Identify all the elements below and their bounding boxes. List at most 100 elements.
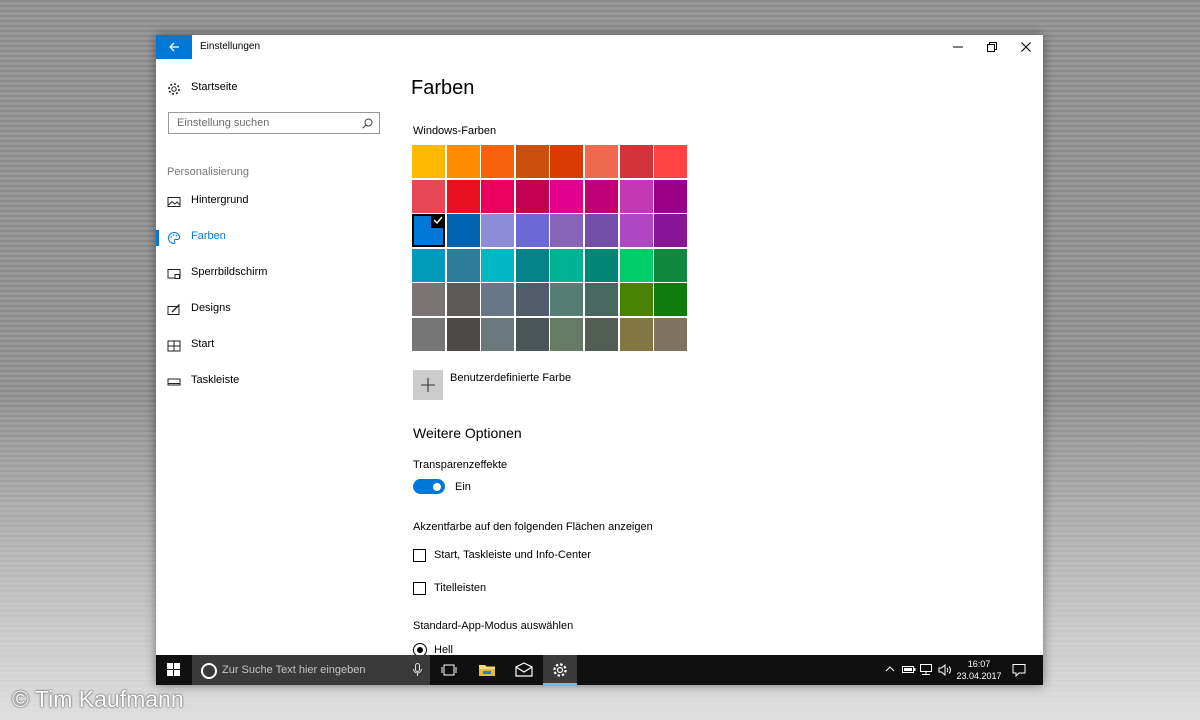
start-taskbar-checkbox[interactable] [413, 549, 426, 562]
folder-icon [479, 665, 495, 676]
sidebar-item-taskleiste[interactable]: Taskleiste [156, 365, 384, 399]
color-swatch[interactable] [516, 318, 549, 351]
plus-icon [421, 378, 435, 392]
color-swatch-selected[interactable] [412, 214, 445, 247]
taskbar-search-box[interactable]: Zur Suche Text hier eingeben [192, 655, 430, 685]
color-swatch[interactable] [412, 249, 445, 282]
color-swatch[interactable] [412, 180, 445, 213]
clock-time: 16:07 [967, 659, 991, 669]
titlebars-checkbox[interactable] [413, 582, 426, 595]
window-title: Einstellungen [200, 41, 261, 52]
task-view-button[interactable] [432, 655, 466, 685]
color-swatch[interactable] [550, 249, 583, 282]
color-swatch[interactable] [412, 318, 445, 351]
chevron-up-icon[interactable] [885, 664, 895, 674]
network-icon[interactable] [920, 664, 934, 676]
restore-icon [987, 42, 997, 52]
settings-search-input[interactable]: Einstellung suchen [168, 112, 380, 134]
sidebar-item-label: Start [191, 338, 215, 350]
sidebar-item-label: Farben [191, 230, 226, 242]
color-swatch[interactable] [447, 283, 480, 316]
settings-taskbar-button[interactable] [543, 655, 577, 685]
minimize-button[interactable] [941, 35, 975, 59]
color-swatch[interactable] [620, 145, 653, 178]
sidebar-item-label: Designs [191, 302, 231, 314]
task-view-icon [441, 664, 457, 676]
color-swatch[interactable] [585, 145, 618, 178]
color-swatch[interactable] [654, 283, 687, 316]
color-swatch[interactable] [516, 145, 549, 178]
action-center-icon[interactable] [1012, 663, 1026, 677]
color-swatch[interactable] [585, 318, 618, 351]
windows-logo-icon [167, 663, 180, 676]
more-options-heading: Weitere Optionen [413, 425, 522, 441]
color-swatch[interactable] [585, 283, 618, 316]
color-swatch[interactable] [481, 180, 514, 213]
color-swatch[interactable] [516, 180, 549, 213]
color-swatch[interactable] [481, 283, 514, 316]
color-swatch[interactable] [585, 214, 618, 247]
radio-dot [416, 646, 423, 653]
section-label: Personalisierung [167, 166, 249, 178]
mail-icon [515, 662, 533, 677]
color-swatch[interactable] [550, 145, 583, 178]
color-swatch[interactable] [447, 214, 480, 247]
sidebar-item-farben[interactable]: Farben [156, 221, 384, 255]
transparency-label: Transparenzeffekte [413, 459, 508, 471]
lockscreen-icon [167, 269, 181, 279]
color-swatch[interactable] [447, 318, 480, 351]
back-button[interactable] [156, 35, 192, 59]
toggle-knob [433, 482, 441, 491]
color-swatch[interactable] [550, 318, 583, 351]
file-explorer-button[interactable] [469, 655, 503, 685]
custom-color-label: Benutzerdefinierte Farbe [450, 372, 572, 384]
restore-button[interactable] [975, 35, 1009, 59]
sidebar-item-designs[interactable]: Designs [156, 293, 384, 327]
color-swatch[interactable] [620, 249, 653, 282]
start-icon [167, 340, 181, 352]
color-swatch[interactable] [481, 214, 514, 247]
add-custom-color-button[interactable] [413, 370, 443, 400]
color-swatch[interactable] [654, 180, 687, 213]
mail-button[interactable] [506, 655, 540, 685]
transparency-toggle[interactable] [413, 479, 445, 494]
close-button[interactable] [1009, 35, 1043, 59]
color-swatch[interactable] [481, 249, 514, 282]
color-swatch[interactable] [516, 214, 549, 247]
color-swatch[interactable] [447, 249, 480, 282]
color-swatch[interactable] [481, 145, 514, 178]
gear-icon [168, 83, 180, 95]
color-swatch[interactable] [620, 180, 653, 213]
sidebar-item-start[interactable]: Start [156, 329, 384, 363]
sidebar-home[interactable]: Startseite [156, 72, 384, 106]
color-swatch[interactable] [585, 249, 618, 282]
color-swatch[interactable] [516, 249, 549, 282]
color-swatch[interactable] [585, 180, 618, 213]
color-swatch[interactable] [620, 318, 653, 351]
sidebar-item-sperrbildschirm[interactable]: Sperrbildschirm [156, 257, 384, 291]
color-swatch[interactable] [447, 180, 480, 213]
taskbar-clock[interactable]: 16:07 23.04.2017 [954, 658, 1004, 682]
battery-icon[interactable] [902, 664, 916, 674]
color-swatch[interactable] [412, 145, 445, 178]
app-mode-label: Standard-App-Modus auswählen [413, 620, 574, 632]
cortana-icon [201, 663, 217, 679]
color-swatch[interactable] [550, 283, 583, 316]
color-swatch[interactable] [654, 249, 687, 282]
color-swatch[interactable] [654, 145, 687, 178]
color-swatch[interactable] [550, 214, 583, 247]
color-swatch[interactable] [620, 214, 653, 247]
color-swatch[interactable] [654, 214, 687, 247]
minimize-icon [953, 46, 963, 48]
color-swatch[interactable] [516, 283, 549, 316]
volume-icon[interactable] [938, 664, 952, 676]
color-swatch[interactable] [654, 318, 687, 351]
designs-icon [167, 304, 180, 315]
sidebar-item-hintergrund[interactable]: Hintergrund [156, 185, 384, 219]
color-swatch[interactable] [550, 180, 583, 213]
color-swatch[interactable] [620, 283, 653, 316]
color-swatch[interactable] [447, 145, 480, 178]
color-swatch[interactable] [412, 283, 445, 316]
start-button[interactable] [156, 655, 190, 685]
color-swatch[interactable] [481, 318, 514, 351]
